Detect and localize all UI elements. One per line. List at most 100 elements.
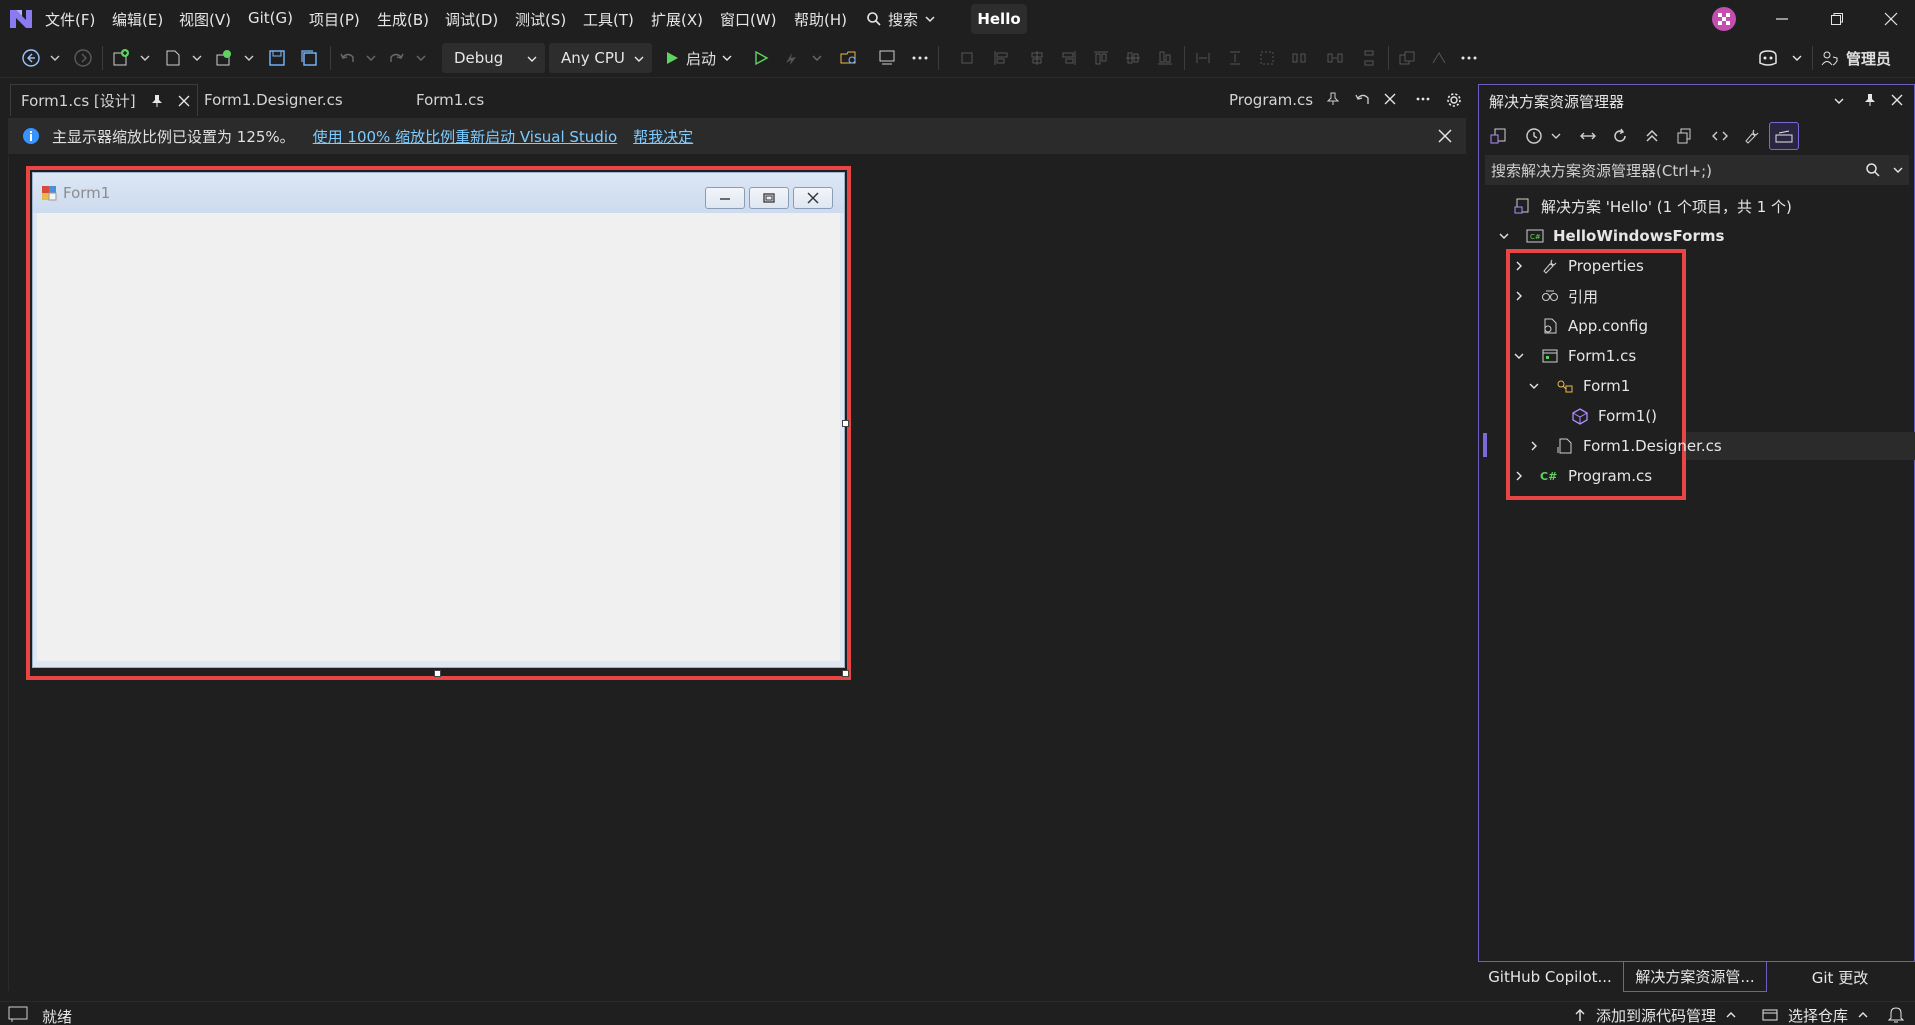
chevron-right-icon[interactable] [1512, 471, 1526, 481]
chevron-down-icon[interactable] [244, 53, 254, 63]
menu-extensions[interactable]: 扩展(X) [651, 9, 703, 30]
help-me-decide-link[interactable]: 帮我决定 [633, 126, 693, 147]
resize-handle-right[interactable] [842, 420, 849, 427]
navigate-back-icon[interactable] [20, 47, 42, 69]
pin-icon[interactable] [1326, 92, 1340, 106]
sync-with-active-document-icon[interactable] [1577, 125, 1599, 147]
menu-debug[interactable]: 调试(D) [445, 9, 498, 30]
tree-item-form1-class[interactable]: Form1 [1527, 372, 1630, 400]
size-to-grid-icon[interactable] [1256, 47, 1278, 69]
tree-item-references[interactable]: 引用 [1512, 282, 1598, 310]
align-centers-icon[interactable] [1026, 47, 1048, 69]
switch-views-icon[interactable] [1487, 125, 1509, 147]
tab-form1-cs[interactable]: Form1.cs [416, 84, 484, 116]
design-view-icon[interactable] [876, 47, 898, 69]
visual-studio-logo-icon[interactable] [8, 6, 34, 32]
chevron-down-icon[interactable] [1527, 381, 1541, 391]
align-middles-icon[interactable] [1122, 47, 1144, 69]
tree-item-properties[interactable]: Properties [1512, 252, 1644, 280]
admin-indicator[interactable]: 管理员 [1820, 46, 1891, 70]
user-avatar[interactable] [1711, 6, 1737, 32]
menu-tools[interactable]: 工具(T) [583, 9, 634, 30]
chevron-down-icon[interactable] [1512, 351, 1526, 361]
show-all-files-icon[interactable] [1673, 125, 1695, 147]
menu-build[interactable]: 生成(B) [377, 9, 429, 30]
navigate-forward-icon[interactable] [72, 47, 94, 69]
menu-help[interactable]: 帮助(H) [794, 9, 847, 30]
chevron-right-icon[interactable] [1512, 261, 1526, 271]
tree-item-program-cs[interactable]: C# Program.cs [1512, 462, 1652, 490]
menu-project[interactable]: 项目(P) [309, 9, 360, 30]
more-icon[interactable] [1458, 47, 1480, 69]
make-same-width-icon[interactable] [1192, 47, 1214, 69]
close-icon[interactable] [1438, 129, 1452, 143]
notifications-bell-icon[interactable] [1888, 1005, 1904, 1023]
open-file-icon[interactable] [162, 47, 184, 69]
chevron-down-icon[interactable] [812, 53, 822, 63]
tab-form1-designer-cs[interactable]: Form1.Designer.cs [204, 84, 343, 116]
output-window-icon[interactable] [8, 1006, 28, 1022]
chevron-down-icon[interactable] [1893, 165, 1903, 175]
more-icon[interactable] [909, 47, 931, 69]
select-repository-button[interactable]: 选择仓库 [1762, 1005, 1868, 1025]
tab-solution-explorer[interactable]: 解决方案资源管... [1623, 962, 1767, 992]
tab-form1-design[interactable]: Form1.cs [设计] [10, 84, 198, 116]
align-bottoms-icon[interactable] [1154, 47, 1176, 69]
close-icon[interactable] [178, 95, 190, 107]
save-all-icon[interactable] [298, 47, 320, 69]
menu-test[interactable]: 测试(S) [515, 9, 566, 30]
add-to-source-control-button[interactable]: 添加到源代码管理 [1574, 1005, 1736, 1025]
chevron-down-icon[interactable] [416, 53, 426, 63]
platform-dropdown[interactable]: Any CPU [549, 43, 652, 73]
chevron-down-icon[interactable] [1833, 96, 1845, 106]
chevron-down-icon[interactable] [50, 53, 60, 63]
find-in-files-icon[interactable] [838, 47, 860, 69]
pending-changes-filter-icon[interactable] [1523, 125, 1545, 147]
search-icon[interactable] [1865, 162, 1881, 178]
chevron-right-icon[interactable] [1512, 291, 1526, 301]
close-icon[interactable] [1876, 6, 1906, 32]
menu-view[interactable]: 视图(V) [179, 9, 231, 30]
resize-handle-bottom[interactable] [434, 670, 441, 677]
tree-item-form1-cs[interactable]: Form1.cs [1512, 342, 1636, 370]
close-icon[interactable] [1384, 93, 1396, 105]
tab-github-copilot[interactable]: GitHub Copilot... [1478, 962, 1622, 992]
menu-edit[interactable]: 编辑(E) [112, 9, 163, 30]
preview-selected-items-icon[interactable] [1769, 122, 1799, 150]
save-icon[interactable] [266, 47, 288, 69]
solution-explorer-search-input[interactable]: 搜索解决方案资源管理器(Ctrl+;) [1485, 155, 1909, 185]
start-debugging-button[interactable]: 启动 [664, 46, 732, 70]
resize-handle-corner[interactable] [842, 670, 849, 677]
equal-spacing-icon[interactable] [1324, 47, 1346, 69]
undo-close-icon[interactable] [1354, 92, 1370, 106]
vertical-spacing-icon[interactable] [1358, 47, 1380, 69]
hot-reload-icon[interactable] [780, 47, 802, 69]
global-search-button[interactable]: 搜索 [866, 6, 936, 32]
chevron-down-icon[interactable] [192, 53, 202, 63]
undo-icon[interactable] [336, 47, 358, 69]
properties-wrench-icon[interactable] [1741, 125, 1763, 147]
redo-icon[interactable] [386, 47, 408, 69]
configuration-dropdown[interactable]: Debug [442, 43, 545, 73]
minimize-icon[interactable] [1767, 6, 1797, 32]
chevron-down-icon[interactable] [140, 53, 150, 63]
start-without-debugging-icon[interactable] [750, 47, 772, 69]
tree-item-form1-constructor[interactable]: Form1() [1570, 402, 1657, 430]
menu-git[interactable]: Git(G) [248, 9, 293, 27]
chevron-down-icon[interactable] [1792, 53, 1802, 63]
horizontal-spacing-icon[interactable] [1288, 47, 1310, 69]
tree-item-app-config[interactable]: App.config [1540, 312, 1648, 340]
bring-to-front-icon[interactable] [1396, 47, 1418, 69]
make-same-height-icon[interactable] [1224, 47, 1246, 69]
collapse-all-icon[interactable] [1641, 125, 1663, 147]
view-code-icon[interactable] [1709, 125, 1731, 147]
pin-icon[interactable] [1863, 93, 1877, 107]
refresh-icon[interactable] [1609, 125, 1631, 147]
align-rights-icon[interactable] [1058, 47, 1080, 69]
align-lefts-icon[interactable] [990, 47, 1012, 69]
chevron-down-icon[interactable] [1545, 125, 1567, 147]
tree-item-form1-designer[interactable]: Form1.Designer.cs [1527, 432, 1722, 460]
tab-order-icon[interactable] [1428, 47, 1450, 69]
pin-icon[interactable] [150, 94, 164, 108]
tree-item-project[interactable]: C# HelloWindowsForms [1497, 222, 1724, 250]
